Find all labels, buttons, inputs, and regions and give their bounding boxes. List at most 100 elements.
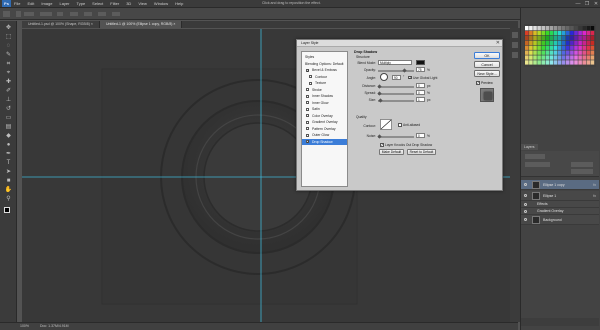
- menu-type[interactable]: Type: [77, 1, 86, 6]
- menu-edit[interactable]: Edit: [27, 1, 34, 6]
- zoom-tool-icon[interactable]: ⚲: [4, 196, 13, 203]
- spread-slider[interactable]: [378, 93, 414, 95]
- layer-filter-dropdown[interactable]: [525, 154, 545, 159]
- preview-checkbox[interactable]: [476, 80, 480, 85]
- tab-layers[interactable]: Layers: [521, 144, 538, 150]
- healing-tool-icon[interactable]: ✚: [4, 79, 13, 86]
- noise-field[interactable]: 0: [416, 133, 425, 138]
- ok-button[interactable]: OK: [474, 52, 500, 59]
- style-item[interactable]: Inner Glow: [302, 100, 347, 106]
- minimize-icon[interactable]: —: [574, 0, 582, 8]
- fill-field[interactable]: [571, 169, 593, 174]
- opacity-field[interactable]: [571, 162, 593, 167]
- style-checkbox[interactable]: [306, 114, 309, 117]
- history-brush-tool-icon[interactable]: ↺: [4, 106, 13, 113]
- fx-icon[interactable]: fx: [593, 181, 596, 189]
- window-close-icon[interactable]: ✕: [592, 0, 600, 8]
- shadow-color-swatch[interactable]: [416, 60, 425, 65]
- style-item[interactable]: Gradient Overlay: [302, 119, 347, 125]
- stamp-tool-icon[interactable]: ⊥: [4, 97, 13, 104]
- crop-tool-icon[interactable]: ⌗: [4, 61, 13, 68]
- tab-document-2[interactable]: Untitled-1 @ 100% (Ellipse 1 copy, RGB/8…: [99, 21, 183, 28]
- size-slider[interactable]: [378, 100, 414, 102]
- menu-file[interactable]: File: [14, 1, 20, 6]
- move-tool-icon[interactable]: ✥: [4, 25, 13, 32]
- quick-select-tool-icon[interactable]: ✎: [4, 52, 13, 59]
- style-item[interactable]: Texture: [302, 80, 347, 86]
- use-global-light-checkbox[interactable]: [408, 75, 412, 79]
- swatches-panel[interactable]: [524, 24, 596, 67]
- opacity-slider-handle[interactable]: [402, 68, 407, 73]
- style-checkbox[interactable]: [306, 107, 309, 111]
- shape-tool-icon[interactable]: ■: [4, 178, 13, 185]
- eyedropper-tool-icon[interactable]: ⌖: [4, 70, 13, 77]
- angle-dial[interactable]: [380, 73, 388, 81]
- menu-filter[interactable]: Filter: [110, 1, 119, 6]
- layer-background[interactable]: Background: [521, 215, 599, 225]
- distance-slider-handle[interactable]: [377, 84, 382, 89]
- close-icon[interactable]: ✕: [496, 40, 500, 47]
- blur-tool-icon[interactable]: ◆: [4, 133, 13, 140]
- eye-icon[interactable]: [524, 194, 527, 197]
- dodge-tool-icon[interactable]: ●: [4, 142, 13, 149]
- opacity-slider[interactable]: [378, 70, 414, 72]
- style-checkbox[interactable]: [306, 127, 309, 130]
- lasso-tool-icon[interactable]: ◌: [4, 43, 13, 50]
- style-item[interactable]: Styles: [302, 54, 347, 60]
- size-field[interactable]: 1: [416, 97, 425, 102]
- make-default-button[interactable]: Make Default: [379, 149, 404, 155]
- distance-slider[interactable]: [378, 86, 414, 88]
- menu-image[interactable]: Image: [41, 1, 52, 6]
- hand-tool-icon[interactable]: ✋: [4, 187, 13, 194]
- style-checkbox[interactable]: [309, 75, 312, 78]
- cancel-button[interactable]: Cancel: [474, 61, 500, 68]
- brush-tool-icon[interactable]: ✐: [4, 88, 13, 95]
- fx-icon[interactable]: fx: [593, 192, 596, 200]
- style-checkbox[interactable]: [306, 94, 309, 98]
- spread-slider-handle[interactable]: [377, 91, 382, 96]
- style-item[interactable]: Inner Shadow: [302, 93, 347, 99]
- new-style-button[interactable]: New Style...: [474, 70, 500, 77]
- style-checkbox[interactable]: [306, 120, 309, 124]
- menu-3d[interactable]: 3D: [126, 1, 131, 6]
- style-checkbox[interactable]: [306, 139, 310, 145]
- angle-field[interactable]: 90: [392, 75, 401, 80]
- zoom-level[interactable]: 100%: [20, 323, 29, 330]
- history-panel-icon[interactable]: [512, 32, 518, 38]
- blend-mode-select[interactable]: Multiply: [378, 60, 412, 65]
- menu-window[interactable]: Window: [154, 1, 168, 6]
- style-item[interactable]: Color Overlay: [302, 113, 347, 119]
- style-item[interactable]: Drop Shadow: [302, 138, 347, 145]
- style-checkbox[interactable]: [306, 88, 309, 91]
- restore-icon[interactable]: ❐: [583, 0, 591, 8]
- style-item[interactable]: Bevel & Emboss: [302, 67, 347, 74]
- noise-slider[interactable]: [378, 136, 414, 138]
- dialog-titlebar[interactable]: Layer Style ✕: [297, 40, 502, 47]
- eye-icon[interactable]: [524, 183, 527, 186]
- style-item[interactable]: Contour: [302, 74, 347, 80]
- layer-knocks-out-checkbox[interactable]: [380, 142, 384, 147]
- style-item[interactable]: Stroke: [302, 87, 347, 93]
- layer-ellipse-1-copy[interactable]: Ellipse 1 copy fx: [521, 180, 599, 190]
- opacity-field[interactable]: 75: [416, 67, 425, 72]
- style-item[interactable]: Satin: [302, 106, 347, 112]
- brush-panel-icon[interactable]: [512, 52, 518, 58]
- menu-help[interactable]: Help: [175, 1, 183, 6]
- style-checkbox[interactable]: [309, 81, 312, 85]
- style-checkbox[interactable]: [306, 101, 309, 104]
- style-item[interactable]: Blending Options: Default: [302, 61, 347, 67]
- contour-preview[interactable]: [380, 119, 392, 130]
- eye-icon[interactable]: [524, 202, 527, 206]
- gradient-tool-icon[interactable]: ▤: [4, 124, 13, 131]
- marquee-tool-icon[interactable]: ⬚: [4, 34, 13, 41]
- style-item[interactable]: Pattern Overlay: [302, 126, 347, 132]
- menu-layer[interactable]: Layer: [59, 1, 69, 6]
- tab-document-1[interactable]: Untitled-1.psd @ 100% (Shape, RGB/8) ×: [22, 21, 100, 28]
- eraser-tool-icon[interactable]: ▭: [4, 115, 13, 122]
- anti-aliased-checkbox[interactable]: [398, 123, 402, 127]
- layer-gradient-overlay-row[interactable]: Gradient Overlay: [521, 208, 599, 215]
- size-slider-handle[interactable]: [378, 98, 383, 103]
- noise-slider-handle[interactable]: [377, 134, 382, 139]
- layer-ellipse-1[interactable]: Ellipse 1 fx: [521, 191, 599, 201]
- style-checkbox[interactable]: [306, 133, 309, 137]
